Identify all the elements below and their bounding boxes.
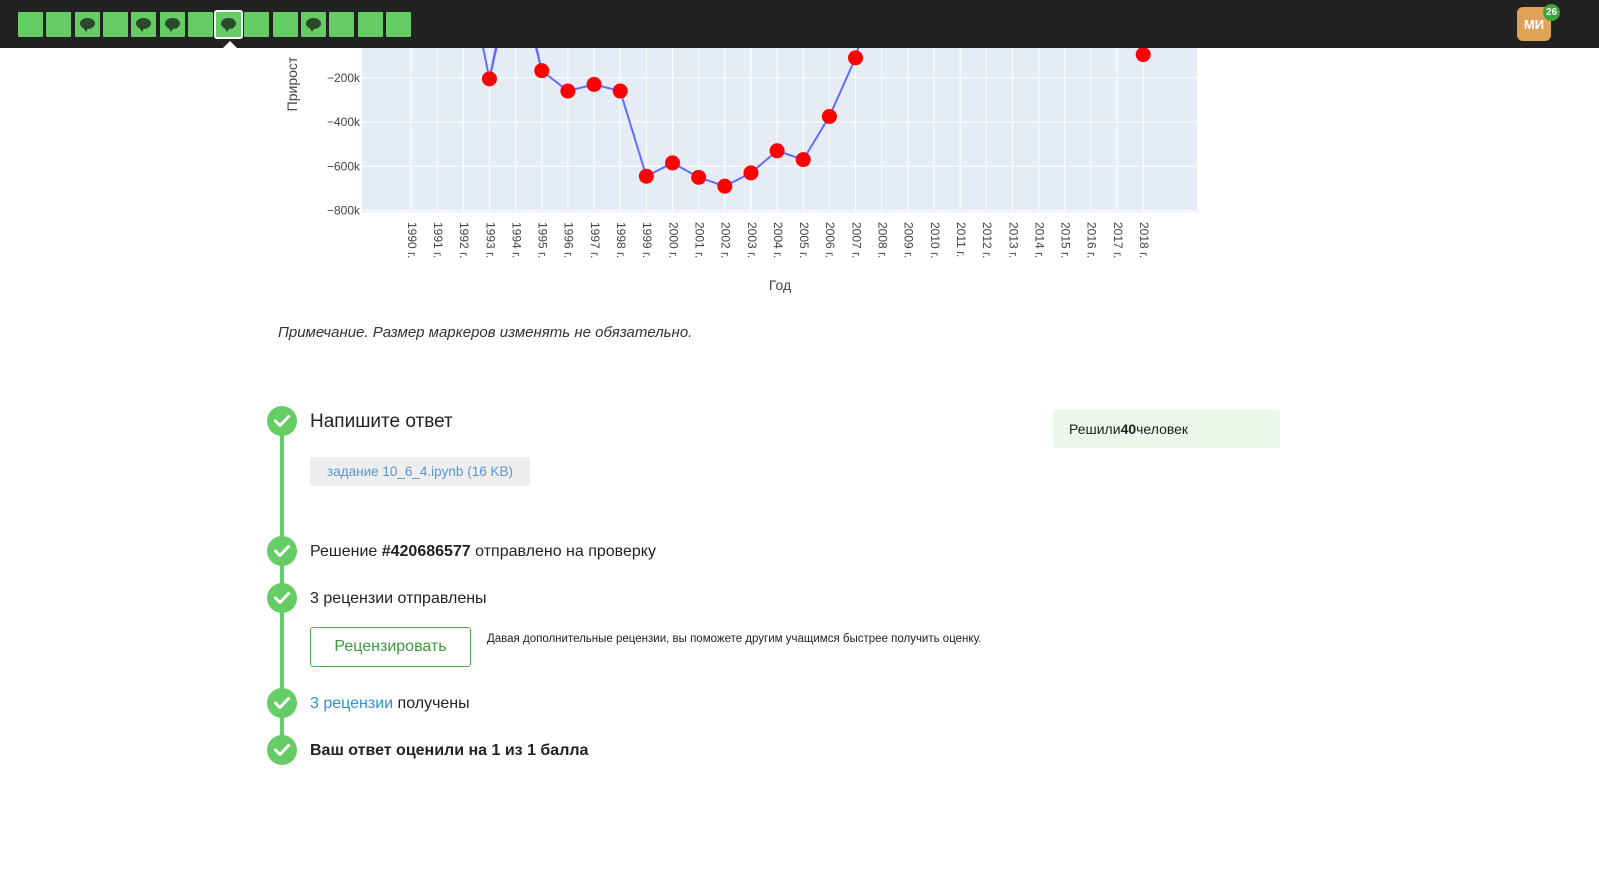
check-icon (267, 688, 297, 718)
step-8-with-comments[interactable] (214, 10, 244, 39)
x-tick-label: 1995 г. (536, 222, 550, 258)
x-tick-label: 1991 г. (431, 222, 445, 258)
reviews-received-suffix: получены (393, 695, 470, 712)
x-axis-title: Год (769, 277, 791, 293)
data-point (848, 50, 864, 66)
x-tick-label: 2000 г. (666, 222, 680, 258)
check-icon (267, 583, 297, 613)
y-tick-label: −400k (327, 115, 361, 129)
x-tick-label: 2011 г. (954, 222, 968, 257)
data-point (638, 168, 654, 184)
review-button[interactable]: Рецензировать (310, 627, 471, 667)
x-tick-label: 2004 г. (771, 222, 785, 258)
y-axis-title: Прирост (284, 56, 300, 111)
x-tick-label: 2017 г. (1111, 222, 1125, 258)
submission-prefix: Решение (310, 543, 382, 560)
x-tick-label: 1993 г. (483, 222, 497, 258)
submission-suffix: отправлено на проверку (470, 543, 656, 560)
x-tick-label: 2018 г. (1137, 222, 1151, 258)
data-point (717, 178, 733, 194)
attached-file-link[interactable]: задание 10_6_4.ipynb (16 KB) (310, 457, 530, 486)
data-point (1135, 47, 1151, 63)
solved-suffix: человек (1136, 421, 1189, 437)
step-10[interactable] (272, 12, 298, 37)
check-icon (267, 536, 297, 566)
comment-icon (221, 18, 237, 32)
notification-badge[interactable]: 26 (1543, 4, 1560, 21)
step-7[interactable] (187, 12, 213, 37)
active-step-pointer (223, 41, 237, 48)
y-tick-label: −600k (327, 159, 361, 173)
step-1[interactable] (18, 12, 43, 37)
comment-icon (164, 18, 180, 32)
step-12[interactable] (329, 12, 355, 37)
step-14[interactable] (385, 12, 411, 37)
data-point (665, 155, 680, 171)
note-text: Примечание. Размер маркеров изменять не … (278, 324, 693, 341)
x-tick-label: 1990 г. (405, 222, 419, 258)
x-tick-label: 1992 г. (457, 222, 471, 258)
x-tick-label: 2006 г. (823, 222, 837, 258)
review-hint-text: Давая дополнительные рецензии, вы поможе… (487, 633, 982, 645)
x-tick-label: 2014 г. (1032, 222, 1046, 258)
top-navigation-bar: МИ 26 (0, 0, 1599, 48)
x-tick-label: 1998 г. (614, 222, 628, 258)
data-point (534, 63, 550, 79)
reviews-received-link[interactable]: 3 рецензии (310, 695, 393, 712)
data-point (586, 76, 602, 92)
comment-icon (79, 18, 95, 32)
step-2[interactable] (46, 12, 72, 37)
step-3-with-comments[interactable] (74, 12, 100, 37)
x-tick-label: 2002 г. (719, 222, 733, 258)
data-point (769, 143, 785, 159)
step-5-with-comments[interactable] (131, 12, 157, 37)
x-tick-label: 2003 г. (745, 222, 759, 258)
x-tick-label: 2008 г. (876, 222, 890, 258)
check-icon (267, 735, 297, 765)
x-tick-label: 2005 г. (797, 222, 811, 258)
x-tick-label: 2016 г. (1085, 222, 1099, 258)
x-tick-label: 2012 г. (980, 222, 994, 258)
score-status: Ваш ответ оценили на 1 из 1 балла (310, 742, 589, 759)
step-4[interactable] (102, 12, 128, 37)
step-13[interactable] (357, 12, 383, 37)
x-tick-label: 2015 г. (1059, 222, 1073, 258)
x-tick-label: 2013 г. (1006, 222, 1020, 258)
submission-status: Решение #420686577 отправлено на проверк… (310, 543, 656, 561)
data-point (560, 83, 576, 99)
solved-counter: Решили 40 человек (1053, 410, 1280, 448)
data-point (821, 108, 837, 124)
data-point (612, 83, 628, 99)
x-tick-label: 2010 г. (928, 222, 942, 258)
step-11-with-comments[interactable] (301, 12, 326, 37)
data-point (743, 165, 759, 181)
x-tick-label: 1999 г. (640, 222, 654, 258)
x-tick-label: 1994 г. (509, 222, 523, 258)
data-point (795, 152, 811, 168)
answer-heading: Напишите ответ (310, 411, 453, 432)
x-tick-label: 1996 г. (562, 222, 576, 258)
check-icon (267, 406, 297, 436)
x-tick-label: 1997 г. (588, 222, 602, 258)
step-9[interactable] (244, 12, 270, 37)
x-tick-label: 2009 г. (902, 222, 916, 258)
y-tick-label: −200k (327, 71, 361, 85)
comment-icon (306, 18, 321, 32)
x-tick-label: 2001 г. (692, 222, 706, 258)
x-tick-label: 2007 г. (849, 222, 863, 258)
submission-id: #420686577 (381, 543, 471, 560)
y-tick-label: −800k (327, 204, 361, 218)
data-point (481, 71, 497, 87)
solved-prefix: Решили (1069, 421, 1121, 437)
reviews-received-status: 3 рецензии получены (310, 695, 470, 713)
reviews-sent-status: 3 рецензии отправлены (310, 590, 487, 607)
comment-icon (136, 18, 152, 32)
step-6-with-comments[interactable] (159, 12, 185, 37)
solved-count: 40 (1120, 421, 1137, 437)
data-point (691, 169, 707, 185)
